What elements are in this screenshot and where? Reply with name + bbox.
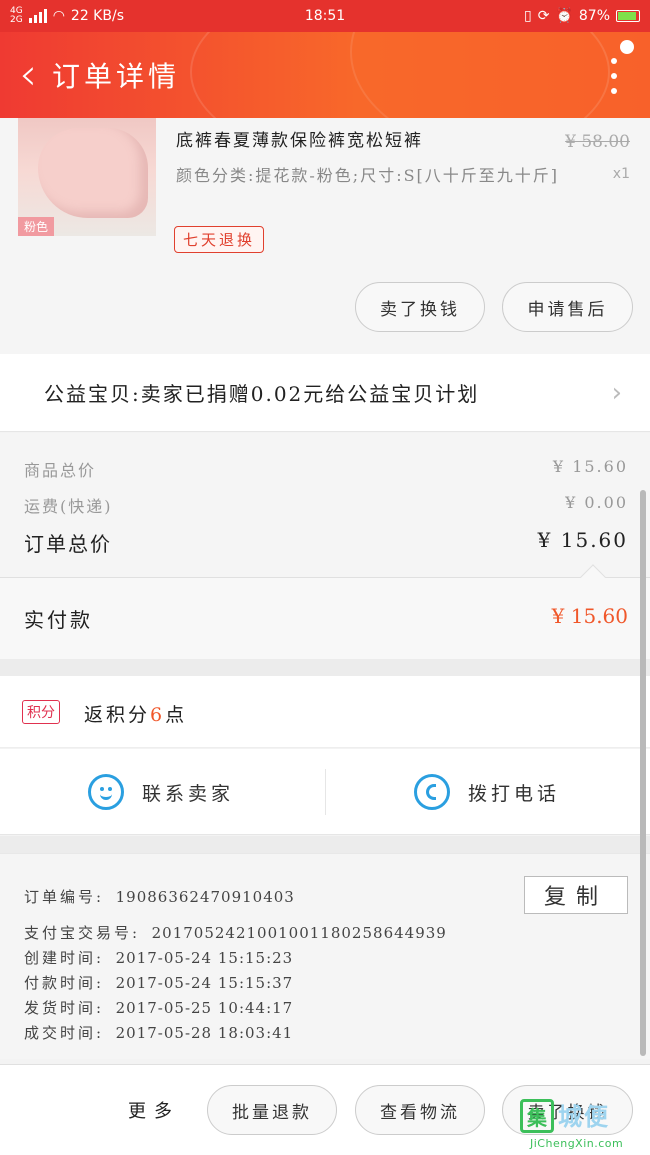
contact-seller-label: 联系卖家	[142, 782, 235, 805]
goods-total-label: 商品总价	[24, 461, 97, 480]
chat-icon	[88, 774, 124, 810]
product-thumbnail[interactable]: 粉色	[18, 118, 156, 236]
order-number: 19086362470910403	[115, 888, 295, 906]
paid-time-line: 付款时间: 2017-05-24 15:15:37	[24, 974, 294, 992]
batch-refund-button[interactable]: 批量退款	[207, 1085, 337, 1135]
goods-total-value: ¥ 15.60	[552, 457, 628, 476]
more-button[interactable]: 更多	[128, 1097, 180, 1123]
copy-button[interactable]: 复制	[524, 876, 628, 914]
scrollbar[interactable]	[640, 490, 646, 1056]
created-time-line: 创建时间: 2017-05-24 15:15:23	[24, 949, 294, 967]
network-type: 4G 2G	[10, 6, 23, 25]
paid-amount-row: 实付款 ¥ 15.60	[0, 564, 650, 659]
order-number-line: 订单编号: 19086362470910403	[24, 888, 295, 906]
price-summary: 商品总价 ¥ 15.60 运费(快递) ¥ 0.00 订单总价 ¥ 15.60	[0, 433, 650, 577]
seven-day-return-badge: 七天退换	[174, 226, 265, 253]
shipping-label: 运费(快递)	[24, 497, 113, 516]
network-speed: 22 KB/s	[70, 8, 124, 24]
charity-row[interactable]: 公益宝贝:卖家已捐赠0.02元给公益宝贝计划 ›	[0, 354, 650, 432]
points-tag: 积分	[22, 700, 60, 724]
points-text: 返积分6点	[84, 704, 188, 726]
paid-label: 实付款	[24, 608, 93, 632]
thumb-color-tag: 粉色	[18, 217, 55, 236]
watermark-logo: 集 城便 JiChengXin.com	[520, 1097, 646, 1153]
after-sale-button[interactable]: 申请售后	[502, 282, 633, 332]
product-quantity: x1	[612, 166, 630, 182]
shipped-time-line: 发货时间: 2017-05-25 10:44:17	[24, 999, 294, 1017]
call-phone-label: 拨打电话	[468, 782, 561, 805]
shipping-value: ¥ 0.00	[565, 493, 628, 512]
product-spec: 颜色分类:提花款-粉色;尺寸:S[八十斤至九十斤]	[176, 166, 560, 185]
battery-icon	[616, 10, 640, 22]
section-divider	[0, 836, 650, 853]
back-chevron-icon[interactable]: ‹	[6, 45, 50, 105]
product-title: 底裤春夏薄款保险裤宽松短裤	[176, 131, 423, 151]
section-divider	[0, 659, 650, 676]
alipay-number-line: 支付宝交易号: 2017052421001001180258644939	[24, 924, 447, 942]
alarm-icon: ⏰	[555, 8, 573, 24]
phone-icon	[414, 774, 450, 810]
original-price: ¥ 58.00	[565, 132, 630, 152]
order-info: 订单编号: 19086362470910403 复制 支付宝交易号: 20170…	[0, 853, 650, 1059]
page-title: 订单详情	[52, 60, 181, 93]
chevron-right-icon: ›	[611, 378, 622, 408]
clock: 18:51	[304, 8, 346, 24]
status-bar: 4G 2G ◠ 22 KB/s 18:51 ▯ ⟳ ⏰ 87%	[0, 0, 650, 32]
more-vertical-icon[interactable]	[608, 58, 620, 94]
lock-rotation-icon: ⟳	[537, 8, 550, 24]
points-row: 积分 返积分6点	[0, 676, 650, 748]
contact-seller-button[interactable]: 联系卖家	[88, 749, 234, 835]
signal-icon	[28, 9, 47, 23]
wifi-icon: ◠	[52, 8, 65, 24]
contact-row: 联系卖家 拨打电话	[0, 749, 650, 835]
done-time-line: 成交时间: 2017-05-28 18:03:41	[24, 1024, 294, 1042]
paid-value: ¥ 15.60	[551, 604, 628, 628]
points-count: 6	[150, 704, 166, 726]
order-total-label: 订单总价	[24, 532, 112, 556]
charity-text: 公益宝贝:卖家已捐赠0.02元给公益宝贝计划	[44, 382, 480, 406]
vibrate-icon: ▯	[523, 8, 532, 24]
nav-bar: ‹ 订单详情	[0, 32, 650, 118]
order-total-value: ¥ 15.60	[537, 528, 628, 552]
view-logistics-button[interactable]: 查看物流	[355, 1085, 485, 1135]
sell-again-button[interactable]: 卖了换钱	[355, 282, 485, 332]
call-phone-button[interactable]: 拨打电话	[414, 749, 560, 835]
notification-dot	[620, 40, 634, 54]
product-card[interactable]: 粉色 底裤春夏薄款保险裤宽松短裤 颜色分类:提花款-粉色;尺寸:S[八十斤至九十…	[0, 118, 650, 354]
battery-percent: 87%	[578, 8, 610, 24]
